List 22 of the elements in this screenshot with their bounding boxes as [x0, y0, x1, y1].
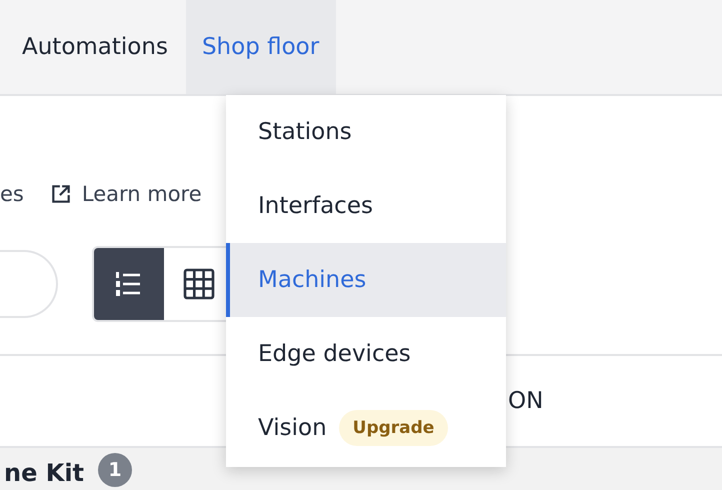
- menu-item[interactable]: Stations: [226, 95, 506, 169]
- learn-more-link[interactable]: Learn more: [50, 182, 202, 206]
- menu-item[interactable]: Edge devices: [226, 317, 506, 391]
- menu-item-label: Edge devices: [258, 341, 411, 367]
- menu-item-label: Machines: [258, 267, 366, 293]
- grid-icon: [183, 268, 215, 300]
- menu-item-label: Stations: [258, 119, 352, 145]
- nav-tab[interactable]: Automations: [4, 0, 186, 94]
- list-view-button[interactable]: [94, 248, 164, 320]
- description-text: es: [0, 182, 24, 206]
- nav-tab[interactable]: Shop floor: [186, 0, 336, 94]
- menu-item[interactable]: Machines: [226, 243, 506, 317]
- column-header: ON: [508, 388, 544, 414]
- external-link-icon: [50, 183, 72, 205]
- upgrade-badge: Upgrade: [338, 410, 448, 446]
- group-title: ne Kit: [4, 459, 84, 487]
- search-field[interactable]: [0, 250, 58, 318]
- menu-item[interactable]: Interfaces: [226, 169, 506, 243]
- count-badge: 1: [98, 453, 132, 487]
- menu-item-label: Interfaces: [258, 193, 373, 219]
- menu-item[interactable]: Vision Upgrade: [226, 391, 506, 465]
- menu-item-label: Vision: [258, 415, 327, 441]
